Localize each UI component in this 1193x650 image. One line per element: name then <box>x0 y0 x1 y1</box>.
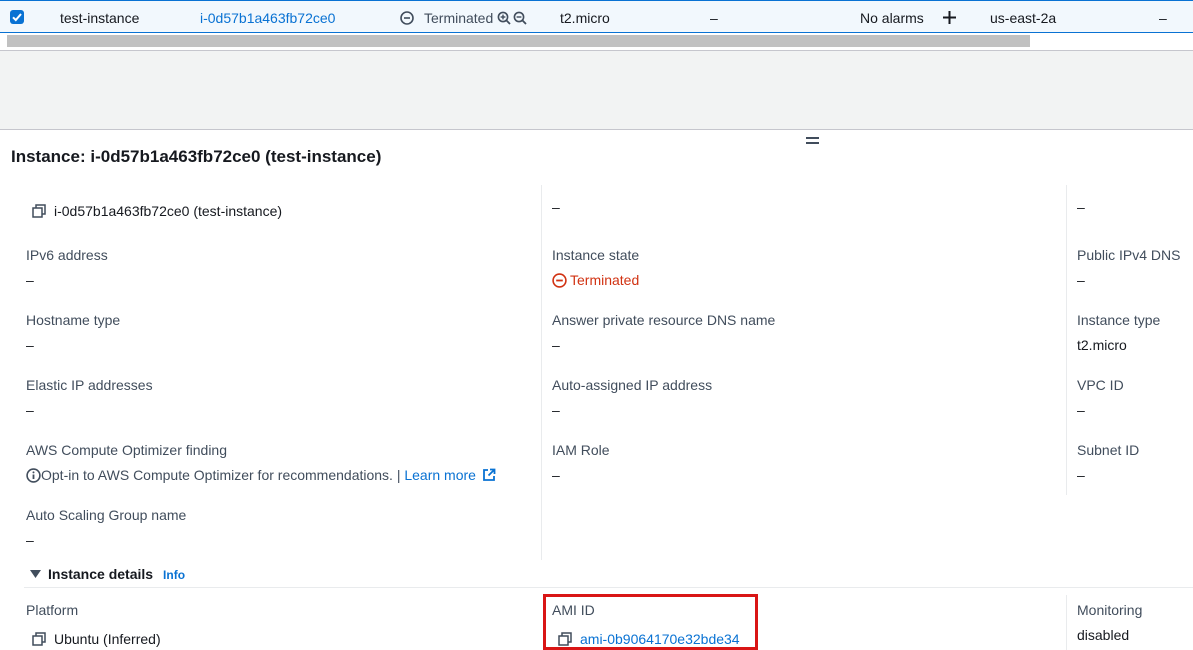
public-dns-value: – <box>1077 272 1085 288</box>
subnet-id-value: – <box>1077 467 1085 483</box>
subnet-id-label: Subnet ID <box>1077 442 1140 458</box>
external-link-icon[interactable] <box>482 468 496 482</box>
zoom-out-icon[interactable] <box>513 11 527 25</box>
checkmark-icon <box>12 13 22 22</box>
copy-icon[interactable] <box>32 632 46 646</box>
auto-ip-value: – <box>552 402 560 418</box>
instance-details-toggle[interactable]: Instance details Info <box>30 566 185 582</box>
instance-type-label: Instance type <box>1077 312 1161 328</box>
learn-more-link[interactable]: Learn more <box>404 467 476 483</box>
instance-type-value: t2.micro <box>1077 337 1127 353</box>
split-panel-gap <box>0 51 1193 129</box>
compute-optimizer-value: Opt-in to AWS Compute Optimizer for reco… <box>26 467 496 483</box>
zoom-in-icon[interactable] <box>497 11 511 25</box>
col2-top-value: – <box>552 199 560 215</box>
platform-text: Ubuntu (Inferred) <box>54 631 161 647</box>
instance-id-value: i-0d57b1a463fb72ce0 (test-instance) <box>32 203 282 219</box>
hostname-type-value: – <box>26 337 34 353</box>
split-panel-border <box>0 129 1193 130</box>
compute-optimizer-text: Opt-in to AWS Compute Optimizer for reco… <box>41 467 401 483</box>
column-divider <box>541 185 542 560</box>
platform-label: Platform <box>26 602 79 618</box>
vpc-id-label: VPC ID <box>1077 377 1124 393</box>
caret-down-icon <box>30 570 41 578</box>
column-divider <box>1066 595 1067 650</box>
hostname-type-label: Hostname type <box>26 312 121 328</box>
vpc-id-value: – <box>1077 402 1085 418</box>
horizontal-scrollbar-thumb[interactable] <box>7 35 1030 47</box>
terminated-status-icon <box>400 11 414 25</box>
iam-role-value: – <box>552 467 560 483</box>
row-instance-type: t2.micro <box>560 10 610 26</box>
compute-optimizer-label: AWS Compute Optimizer finding <box>26 442 227 458</box>
instance-state-text: Terminated <box>570 272 640 288</box>
add-alarm-icon[interactable] <box>942 10 957 25</box>
row-availability-zone: us-east-2a <box>990 10 1057 26</box>
asg-value: – <box>26 532 34 548</box>
instance-details-title: Instance details <box>48 566 154 582</box>
asg-label: Auto Scaling Group name <box>26 507 187 523</box>
answer-dns-label: Answer private resource DNS name <box>552 312 776 328</box>
monitoring-value: disabled <box>1077 627 1130 643</box>
ipv6-value: – <box>26 272 34 288</box>
row-checkbox[interactable] <box>10 10 24 24</box>
panel-title: Instance: i-0d57b1a463fb72ce0 (test-inst… <box>11 147 382 166</box>
elastic-ip-label: Elastic IP addresses <box>26 377 153 393</box>
copy-icon[interactable] <box>32 204 46 218</box>
elastic-ip-value: – <box>26 402 34 418</box>
column-divider <box>1066 185 1067 495</box>
auto-ip-label: Auto-assigned IP address <box>552 377 713 393</box>
row-instance-id-link[interactable]: i-0d57b1a463fb72ce0 <box>200 10 335 26</box>
instance-state-value: Terminated <box>552 272 639 288</box>
ipv6-label: IPv6 address <box>26 247 108 263</box>
row-alarm-status: No alarms <box>860 10 924 26</box>
instance-details-info-link[interactable]: Info <box>163 568 185 582</box>
resize-handle-icon[interactable] <box>806 137 819 144</box>
ami-id-highlight-box <box>543 594 758 650</box>
row-status-check: – <box>710 10 718 26</box>
instance-id-text: i-0d57b1a463fb72ce0 (test-instance) <box>54 203 283 219</box>
row-state: Terminated <box>424 10 494 26</box>
monitoring-label: Monitoring <box>1077 602 1143 618</box>
public-dns-label: Public IPv4 DNS <box>1077 247 1181 263</box>
row-public-dns: – <box>1159 10 1167 26</box>
answer-dns-value: – <box>552 337 560 353</box>
instance-table-row[interactable]: test-instance i-0d57b1a463fb72ce0 Termin… <box>0 0 1193 33</box>
info-icon <box>26 468 41 483</box>
instance-state-label: Instance state <box>552 247 640 263</box>
col3-top-value: – <box>1077 199 1085 215</box>
section-divider <box>24 587 1193 588</box>
iam-role-label: IAM Role <box>552 442 610 458</box>
terminated-status-icon <box>552 273 567 288</box>
row-name: test-instance <box>60 10 140 26</box>
platform-value: Ubuntu (Inferred) <box>32 631 161 647</box>
